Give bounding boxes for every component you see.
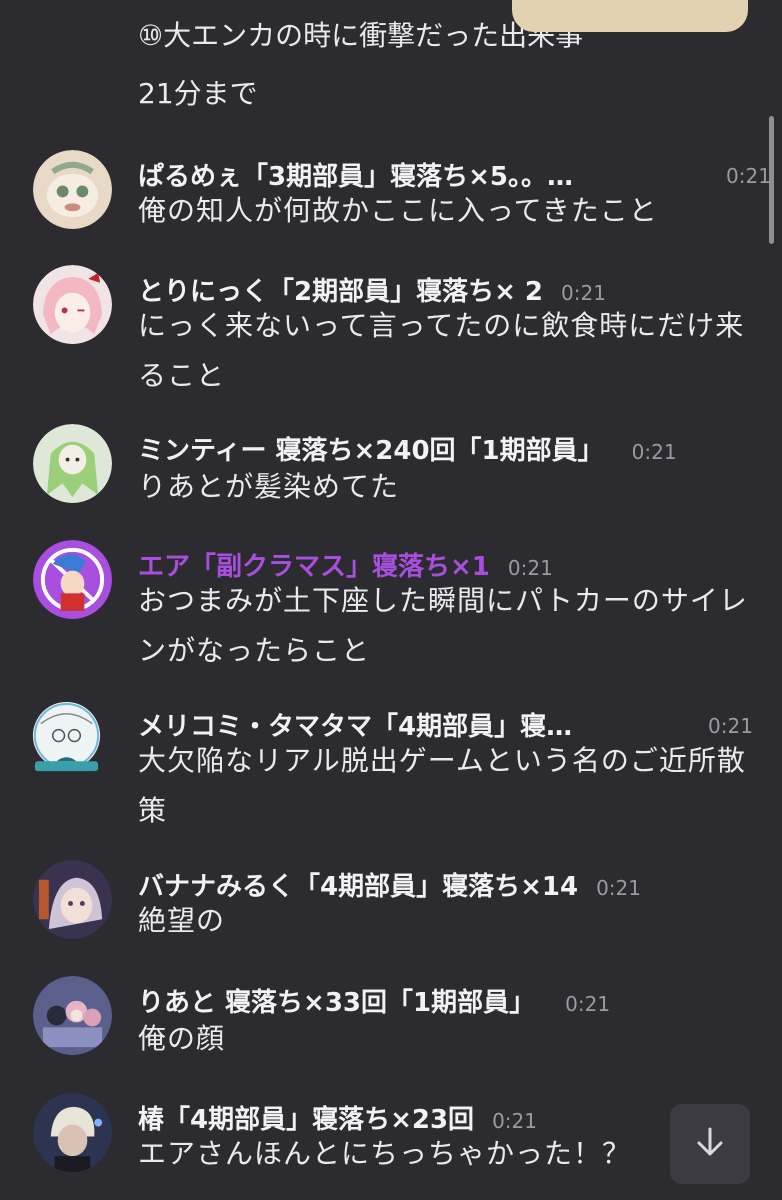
overlay-card[interactable] — [512, 0, 748, 32]
timestamp: 0:21 — [726, 164, 771, 188]
avatar[interactable] — [33, 540, 112, 619]
avatar[interactable] — [33, 860, 112, 939]
scroll-to-bottom-button[interactable] — [670, 1104, 750, 1184]
avatar[interactable] — [33, 150, 112, 229]
avatar[interactable] — [27, 700, 117, 790]
timestamp: 0:21 — [565, 992, 611, 1016]
avatar[interactable] — [33, 265, 112, 344]
message-text: 絶望の — [138, 904, 226, 937]
message-text: 俺の顔 — [138, 1022, 226, 1055]
avatar[interactable] — [33, 1093, 112, 1172]
avatar[interactable] — [33, 424, 112, 503]
arrow-down-icon — [693, 1125, 727, 1163]
message-text: にっく来ないって言ってたのに飲食時にだけ来ること — [138, 309, 745, 392]
previous-message-subtext: 21分まで — [138, 77, 258, 110]
message-text: おつまみが土下座した瞬間にパトカーのサイレンがなったらこと — [138, 584, 748, 667]
timestamp: 0:21 — [708, 714, 753, 738]
timestamp: 0:21 — [631, 440, 677, 464]
message-text: 大欠陥なリアル脱出ゲームという名のご近所散策 — [138, 744, 746, 827]
message-text: りあとが髪染めてた — [138, 470, 400, 503]
message-text: 俺の知人が何故かここに入ってきたこと — [138, 194, 658, 227]
message-text: エアさんほんとにちっちゃかった！？ — [138, 1137, 632, 1170]
avatar[interactable] — [33, 976, 112, 1055]
